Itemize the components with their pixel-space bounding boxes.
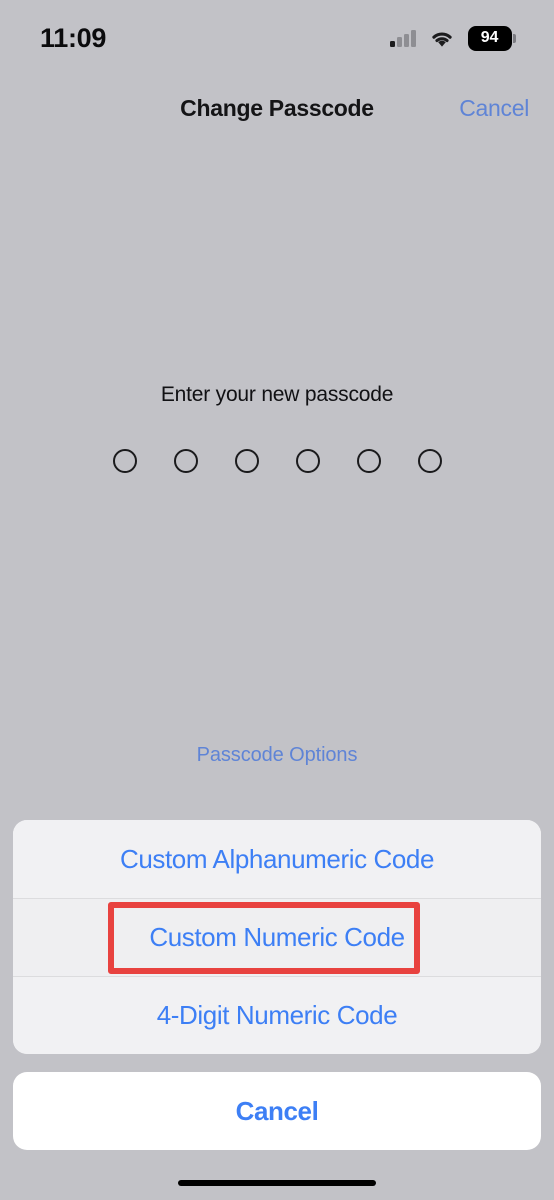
passcode-entry-area: Enter your new passcode bbox=[0, 383, 554, 473]
passcode-dot bbox=[173, 449, 198, 473]
passcode-dot bbox=[234, 449, 259, 473]
status-bar-indicators: 94 bbox=[390, 25, 516, 51]
passcode-prompt: Enter your new passcode bbox=[160, 383, 394, 406]
passcode-dot bbox=[112, 449, 137, 473]
home-indicator bbox=[178, 1180, 376, 1186]
passcode-dot bbox=[356, 449, 381, 473]
passcode-options-action-sheet: Custom Alphanumeric Code Custom Numeric … bbox=[13, 820, 541, 1054]
battery-icon: 94 bbox=[467, 25, 516, 51]
sheet-cancel-button[interactable]: Cancel bbox=[13, 1072, 541, 1150]
passcode-options-link[interactable]: Passcode Options bbox=[0, 744, 554, 767]
status-bar-time: 11:09 bbox=[40, 22, 107, 53]
passcode-dot bbox=[417, 449, 442, 473]
sheet-option-four-digit-numeric[interactable]: 4-Digit Numeric Code bbox=[13, 976, 541, 1054]
status-bar: 11:09 94 bbox=[0, 0, 554, 68]
passcode-dot bbox=[295, 449, 320, 473]
navigation-bar: Change Passcode Cancel bbox=[0, 88, 554, 128]
sheet-option-custom-numeric[interactable]: Custom Numeric Code bbox=[13, 898, 541, 976]
passcode-dot-field[interactable] bbox=[0, 449, 554, 473]
cellular-bars-icon bbox=[390, 30, 416, 47]
battery-level-label: 94 bbox=[480, 29, 499, 46]
sheet-option-custom-alphanumeric[interactable]: Custom Alphanumeric Code bbox=[13, 820, 541, 898]
battery-cap-icon bbox=[513, 33, 516, 43]
wifi-icon bbox=[429, 29, 455, 48]
nav-cancel-button[interactable]: Cancel bbox=[459, 88, 529, 128]
